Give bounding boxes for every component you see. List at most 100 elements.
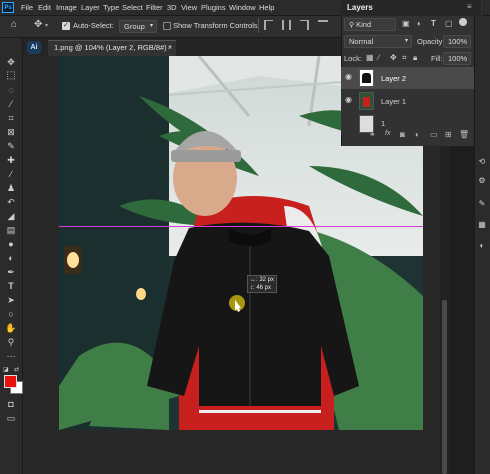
blend-mode-dropdown[interactable]: Normal ▾ bbox=[344, 35, 412, 48]
visibility-eye-icon[interactable]: ◉ bbox=[345, 72, 352, 81]
align-top-icon[interactable] bbox=[318, 20, 328, 30]
more-tools-icon[interactable]: ⋯ bbox=[5, 350, 17, 362]
filter-shape-icon[interactable]: ▢ bbox=[445, 19, 453, 28]
gradient-tool-icon[interactable]: ▤ bbox=[5, 224, 17, 236]
chevron-down-icon[interactable]: ▾ bbox=[45, 22, 48, 29]
filter-pixel-icon[interactable]: ▣ bbox=[402, 19, 410, 28]
history-brush-icon[interactable]: ↶ bbox=[5, 196, 17, 208]
move-tool-icon[interactable]: ✥ bbox=[5, 56, 17, 68]
brush-tool-icon[interactable]: ∕ bbox=[5, 168, 17, 180]
magic-wand-icon[interactable]: ⁄ bbox=[5, 98, 17, 110]
lock-label: Lock: bbox=[344, 54, 362, 63]
offset-y-readout: ↕: 46 px bbox=[250, 285, 272, 291]
adjustment-layer-icon[interactable]: ◐ bbox=[415, 130, 420, 139]
dodge-tool-icon[interactable]: ◐ bbox=[5, 252, 17, 264]
menu-image[interactable]: Image bbox=[56, 3, 77, 12]
move-offset-tooltip: ↔: 32 px ↕: 46 px bbox=[247, 275, 277, 293]
new-group-icon[interactable]: ▭ bbox=[430, 130, 438, 139]
lock-transparency-icon[interactable]: ▦ bbox=[366, 53, 374, 62]
history-icon[interactable]: ⟲ bbox=[477, 157, 487, 167]
filter-toggle-icon[interactable] bbox=[459, 18, 467, 26]
lock-all-icon[interactable]: 🔒︎ bbox=[413, 53, 417, 63]
show-transform-checkbox[interactable] bbox=[163, 22, 171, 30]
menu-edit[interactable]: Edit bbox=[38, 3, 51, 12]
visibility-eye-icon[interactable]: ◉ bbox=[345, 95, 352, 104]
crop-tool-icon[interactable]: ⌗ bbox=[5, 112, 17, 124]
home-icon[interactable]: ⌂ bbox=[11, 19, 17, 30]
quick-mask-icon[interactable]: ◘ bbox=[5, 398, 17, 410]
menu-type[interactable]: Type bbox=[103, 3, 119, 12]
align-right-icon[interactable] bbox=[300, 20, 309, 30]
ai-assistant-icon[interactable]: Ai bbox=[27, 41, 41, 54]
close-icon[interactable]: × bbox=[168, 41, 172, 55]
lock-pixels-icon[interactable]: ∕ bbox=[378, 53, 379, 62]
stamp-tool-icon[interactable]: ♟ bbox=[5, 182, 17, 194]
marquee-tool-icon[interactable]: ⬚ bbox=[5, 70, 17, 82]
horizontal-guide[interactable] bbox=[59, 226, 423, 227]
hand-tool-icon[interactable]: ✋ bbox=[5, 322, 17, 334]
menu-3d[interactable]: 3D bbox=[167, 3, 177, 12]
eyedropper-icon[interactable]: ✎ bbox=[5, 140, 17, 152]
layer-thumbnail bbox=[359, 92, 374, 110]
properties-icon[interactable]: ⚙ bbox=[477, 176, 487, 186]
photoshop-logo[interactable]: Ps bbox=[2, 2, 14, 13]
menu-plugins[interactable]: Plugins bbox=[201, 3, 226, 12]
opacity-value: 100% bbox=[448, 37, 468, 46]
eraser-tool-icon[interactable]: ◢ bbox=[5, 210, 17, 222]
lock-artboard-icon[interactable]: ⌗ bbox=[402, 53, 407, 63]
brush-settings-icon[interactable]: ✎ bbox=[477, 199, 487, 209]
trash-icon[interactable]: 🗑︎ bbox=[459, 130, 469, 139]
layer-name[interactable]: 1 bbox=[381, 119, 385, 128]
filter-adjustment-icon[interactable]: ◐ bbox=[417, 19, 422, 28]
lasso-tool-icon[interactable]: ◌ bbox=[5, 84, 17, 96]
auto-select-dropdown[interactable]: Group ▾ bbox=[119, 20, 157, 33]
menu-view[interactable]: View bbox=[181, 3, 197, 12]
layer-name[interactable]: Layer 1 bbox=[381, 97, 406, 106]
type-tool-icon[interactable]: T bbox=[5, 280, 17, 292]
menu-file[interactable]: File bbox=[21, 3, 33, 12]
swatches-icon[interactable]: ▦ bbox=[477, 220, 487, 230]
path-selection-icon[interactable]: ➤ bbox=[5, 294, 17, 306]
offset-x-readout: ↔: 32 px bbox=[250, 277, 275, 283]
chevron-down-icon: ▾ bbox=[404, 38, 408, 44]
menu-layer[interactable]: Layer bbox=[81, 3, 100, 12]
document-tab[interactable]: 1.png @ 104% (Layer 2, RGB/8#) * × bbox=[48, 40, 176, 56]
healing-brush-icon[interactable]: ✚ bbox=[5, 154, 17, 166]
layer-mask-icon[interactable]: ◙ bbox=[400, 130, 405, 139]
scrollbar-thumb[interactable] bbox=[442, 300, 447, 474]
blur-tool-icon[interactable]: ● bbox=[5, 238, 17, 250]
color-icon[interactable]: ◐ bbox=[477, 241, 487, 251]
panel-menu-icon[interactable]: ≡ bbox=[467, 2, 472, 11]
menu-filter[interactable]: Filter bbox=[146, 3, 163, 12]
layer-name[interactable]: Layer 2 bbox=[381, 74, 406, 83]
ellipse-tool-icon[interactable]: ○ bbox=[5, 308, 17, 320]
zoom-tool-icon[interactable]: ⚲ bbox=[5, 336, 17, 348]
move-tool-icon[interactable]: ✥ bbox=[34, 19, 42, 30]
link-layers-icon[interactable]: ⚭ bbox=[369, 130, 376, 139]
lock-position-icon[interactable]: ✥ bbox=[390, 53, 397, 62]
frame-tool-icon[interactable]: ⊠ bbox=[5, 126, 17, 138]
opacity-field[interactable]: 100% bbox=[443, 35, 471, 48]
show-transform-label: Show Transform Controls bbox=[173, 21, 258, 30]
layer-filter-value: Kind bbox=[356, 20, 372, 29]
auto-select-value: Group bbox=[124, 22, 145, 31]
chevron-down-icon: ▾ bbox=[149, 23, 153, 29]
blend-mode-value: Normal bbox=[349, 37, 374, 46]
foreground-color-swatch[interactable] bbox=[4, 375, 17, 388]
default-colors-icon[interactable]: ◪ bbox=[3, 366, 9, 373]
pen-tool-icon[interactable]: ✒ bbox=[5, 266, 17, 278]
swap-colors-icon[interactable]: ⇄ bbox=[14, 366, 19, 373]
new-layer-icon[interactable]: ⊞ bbox=[445, 130, 452, 139]
layer-effects-icon[interactable]: fx bbox=[385, 130, 390, 137]
filter-type-icon[interactable]: T bbox=[431, 19, 436, 28]
auto-select-checkbox[interactable] bbox=[62, 21, 70, 30]
align-left-icon[interactable] bbox=[264, 20, 273, 30]
menu-help[interactable]: Help bbox=[259, 3, 274, 12]
menu-window[interactable]: Window bbox=[229, 3, 256, 12]
menu-select[interactable]: Select bbox=[122, 3, 143, 12]
layer-filter-dropdown[interactable]: ⚲ Kind bbox=[344, 18, 396, 31]
layers-panel-title[interactable]: Layers bbox=[347, 3, 373, 12]
fill-field[interactable]: 100% bbox=[443, 52, 471, 65]
screen-mode-icon[interactable]: ▭ bbox=[5, 412, 17, 424]
align-center-icon[interactable] bbox=[282, 20, 291, 30]
